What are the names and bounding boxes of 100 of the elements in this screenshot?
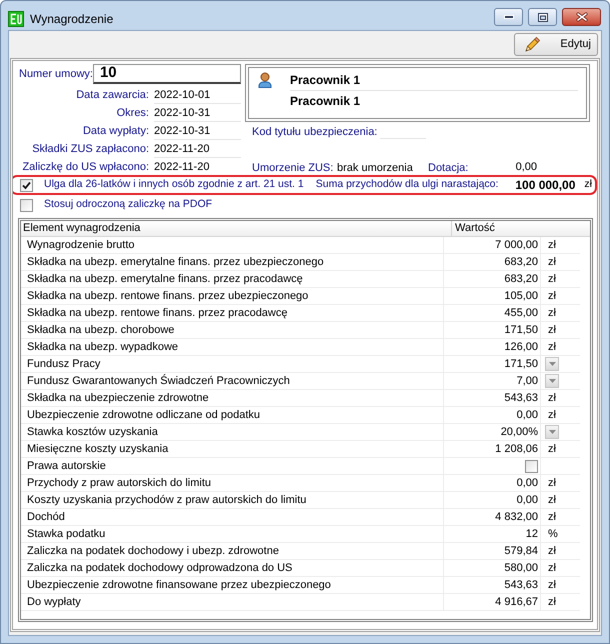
table-cell: 105,00	[444, 288, 541, 305]
table-cell: zł	[541, 577, 580, 594]
column-header[interactable]: Element wynagrodzenia	[21, 221, 452, 236]
table-cell: Składka na ubezpieczenie zdrowotne	[21, 390, 444, 407]
table-cell: Zaliczka na podatek dochodowy odprowadzona do US	[21, 560, 444, 577]
table-cell: 0,00	[444, 475, 541, 492]
table-cell: %	[541, 526, 580, 543]
table-cell: zł	[541, 492, 580, 509]
field-label: Dotacja:	[428, 162, 468, 174]
table-cell: zł	[541, 407, 580, 424]
table-cell: 7,00	[444, 373, 541, 390]
maximize-icon	[538, 12, 548, 22]
table-cell: zł	[541, 594, 580, 611]
window-title: Wynagrodzenie	[30, 10, 114, 28]
field-label: Zaliczkę do US wpłacono:	[22, 160, 149, 175]
table-cell: Stawka podatku	[21, 526, 444, 543]
table-cell: Składka na ubezp. rentowe finans. przez ubezpieczonego	[21, 288, 444, 305]
table-cell: zł	[541, 237, 580, 254]
employee-name: Pracownik 1	[290, 93, 362, 110]
caret-icon	[548, 379, 556, 383]
table-cell: zł	[541, 254, 580, 271]
close-button[interactable]	[562, 8, 601, 26]
field-label: Kod tytułu ubezpieczenia:	[252, 126, 378, 138]
caret-icon	[548, 362, 556, 366]
field-label: Suma przychodów dla ulgi narastająco:	[316, 177, 498, 192]
edit-button[interactable]: Edytuj	[514, 33, 598, 56]
table-cell: 543,63	[444, 390, 541, 407]
field-label: Umorzenie ZUS:	[252, 162, 334, 174]
field-value: brak umorzenia	[337, 162, 413, 174]
app-icon	[8, 10, 24, 26]
table-cell: 126,00	[444, 339, 541, 356]
minimize-button[interactable]	[494, 8, 523, 26]
table-cell: Koszty uzyskania przychodów z praw autorskich do limitu	[21, 492, 444, 509]
table-cell: Składka na ubezp. rentowe finans. przez pracodawcę	[21, 305, 444, 322]
table-cell: zł	[541, 271, 580, 288]
column-header[interactable]: Wartość	[452, 221, 590, 236]
table-cell: 4 832,00	[444, 509, 541, 526]
field-value: 100 000,00	[515, 177, 576, 194]
option-label: Stosuj odroczoną zaliczkę na PDOF	[44, 197, 212, 212]
date-field: 2022-10-31	[154, 122, 241, 140]
table-cell: 579,84	[444, 543, 541, 560]
checkbox[interactable]	[20, 178, 33, 192]
checkbox[interactable]	[20, 198, 33, 212]
field-label: Data zawarcia:	[76, 88, 149, 103]
table-cell: 683,20	[444, 271, 541, 288]
table-cell: Wynagrodzenie brutto	[21, 237, 444, 254]
table-cell: 0,00	[444, 407, 541, 424]
table-cell: 20,00%	[444, 424, 541, 441]
table-cell: Fundusz Pracy	[21, 356, 444, 373]
table-cell: zł	[541, 288, 580, 305]
field-value: 0,00	[516, 160, 537, 175]
table-cell: 455,00	[444, 305, 541, 322]
table-cell: Składka na ubezp. emerytalne finans. przez pracodawcę	[21, 271, 444, 288]
checkbox[interactable]	[525, 460, 538, 472]
table-cell: zł	[541, 339, 580, 356]
date-field: 2022-11-20	[154, 158, 241, 176]
table-cell: zł	[541, 509, 580, 526]
option-label: Ulga dla 26-latków i innych osób zgodnie z art. 21 ust. 1	[44, 177, 304, 192]
field-label: Numer umowy:	[19, 66, 93, 82]
table-cell: 580,00	[444, 560, 541, 577]
table-cell: Dochód	[21, 509, 444, 526]
unit-label: zł	[584, 177, 592, 192]
table-cell: Składka na ubezp. emerytalne finans. przez ubezpieczonego	[21, 254, 444, 271]
checkmark-icon	[22, 180, 31, 190]
table-cell: Składka na ubezp. wypadkowe	[21, 339, 444, 356]
table-cell: Prawa autorskie	[21, 458, 444, 475]
close-icon	[576, 12, 588, 22]
date-field: 2022-10-01	[154, 86, 241, 104]
table-cell: zł	[541, 441, 580, 458]
person-icon	[258, 72, 272, 88]
table-cell: Ubezpieczenie zdrowotne finansowane przez ubezpieczonego	[21, 577, 444, 594]
table-cell: Zaliczka na podatek dochodowy i ubezp. zdrowotne	[21, 543, 444, 560]
table-cell: Ubezpieczenie zdrowotne odliczane od podatku	[21, 407, 444, 424]
caret-icon	[548, 430, 556, 434]
table-cell: zł	[541, 475, 580, 492]
dropdown-button[interactable]	[545, 357, 559, 371]
table-cell: zł	[541, 305, 580, 322]
field-label: Składki ZUS zapłacono:	[32, 142, 149, 157]
table-cell: 0,00	[444, 492, 541, 509]
table-cell: zł	[541, 543, 580, 560]
table-cell: 1 208,06	[444, 441, 541, 458]
table-cell: Stawka kosztów uzyskania	[21, 424, 444, 441]
table-cell: Fundusz Gwarantowanych Świadczeń Pracowniczych	[21, 373, 444, 390]
table-cell: zł	[541, 322, 580, 339]
date-field: 2022-11-20	[154, 140, 241, 158]
date-field: 2022-10-31	[154, 104, 241, 122]
contract-number-field[interactable]: 10	[92, 64, 241, 84]
table-cell: Miesięczne koszty uzyskania	[21, 441, 444, 458]
table-cell: 12	[444, 526, 541, 543]
dropdown-button[interactable]	[545, 425, 559, 439]
table-cell: Do wypłaty	[21, 594, 444, 611]
field-label: Okres:	[116, 106, 149, 121]
table-cell: zł	[541, 390, 580, 407]
table-cell: 543,63	[444, 577, 541, 594]
table-cell: 7 000,00	[444, 237, 541, 254]
table-cell: Przychody z praw autorskich do limitu	[21, 475, 444, 492]
table-cell: 171,50	[444, 356, 541, 373]
dropdown-button[interactable]	[545, 374, 559, 388]
table-cell: 683,20	[444, 254, 541, 271]
maximize-button[interactable]	[528, 8, 557, 26]
